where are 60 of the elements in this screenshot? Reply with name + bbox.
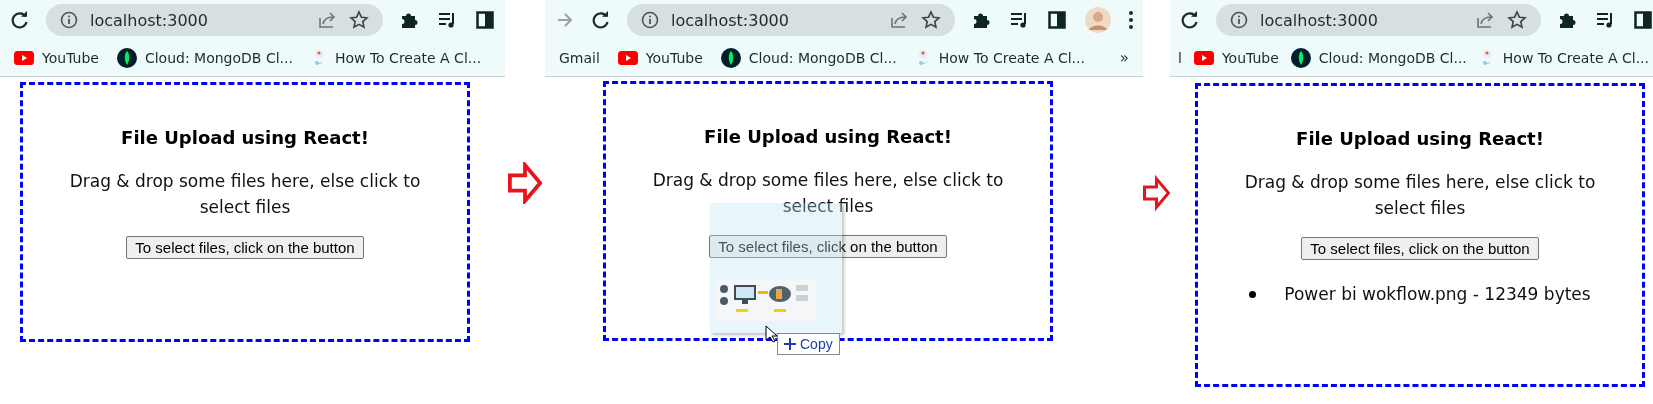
select-files-button[interactable]: To select files, click on the button — [709, 235, 947, 258]
reload-icon[interactable] — [1180, 10, 1200, 30]
instruction-text: Drag & drop some files here, else click to select files — [651, 169, 1005, 218]
playlist-icon[interactable] — [1595, 10, 1615, 30]
side-panel-icon[interactable] — [475, 10, 495, 30]
address-bar[interactable]: localhost:3000 — [627, 4, 955, 36]
instruction-text: Drag & drop some files here, else click to select files — [1243, 171, 1597, 220]
bookmark[interactable]: How To Create A Cl... — [1502, 50, 1649, 66]
select-files-button[interactable]: To select files, click on the button — [126, 236, 364, 259]
bookmark[interactable]: How To Create A Cl... — [334, 50, 482, 66]
drop-zone[interactable]: File Upload using React! Drag & drop some files here, else click to select files To select files, click on the button Power bi wokflow.png - 12349 bytes — [1195, 83, 1645, 387]
youtube-icon — [14, 51, 34, 65]
plus-icon — [784, 338, 796, 350]
bookmark[interactable]: Gmail — [559, 50, 600, 66]
menu-icon[interactable] — [1129, 11, 1133, 29]
heading: File Upload using React! — [704, 126, 952, 147]
info-icon[interactable] — [641, 11, 659, 29]
bookmark[interactable]: YouTube — [42, 50, 99, 66]
youtube-icon — [1193, 51, 1214, 65]
right-arrow-icon — [508, 162, 542, 204]
playlist-icon[interactable] — [437, 10, 457, 30]
leaf-icon — [1290, 48, 1311, 68]
leaf-icon — [720, 48, 741, 68]
bookmark[interactable]: Cloud: MongoDB Cl... — [1318, 50, 1467, 66]
side-panel-icon[interactable] — [1047, 10, 1067, 30]
side-panel-icon[interactable] — [1633, 10, 1653, 30]
info-icon[interactable] — [1230, 11, 1248, 29]
heading: File Upload using React! — [1296, 128, 1544, 149]
star-icon[interactable] — [349, 10, 369, 30]
bullet-icon — [1249, 290, 1257, 298]
star-icon[interactable] — [921, 10, 941, 30]
instruction-text: Drag & drop some files here, else click to select files — [68, 170, 422, 219]
right-arrow-icon — [1143, 172, 1170, 214]
address-bar[interactable]: localhost:3000 — [1216, 4, 1541, 36]
url-text: localhost:3000 — [671, 10, 790, 30]
leaf-icon — [116, 48, 137, 68]
bookmarks-overflow[interactable]: » — [1119, 49, 1129, 67]
select-files-button[interactable]: To select files, click on the button — [1301, 237, 1539, 260]
drop-zone[interactable]: File Upload using React! Drag & drop some files here, else click to select files To select files, click on the button — [20, 82, 470, 342]
share-icon[interactable] — [1475, 10, 1495, 30]
file-entry: Power bi wokflow.png - 12349 bytes — [1284, 284, 1591, 304]
reload-icon[interactable] — [591, 10, 611, 30]
bookmark[interactable]: Cloud: MongoDB Cl... — [144, 50, 293, 66]
bookmark[interactable]: YouTube — [1221, 50, 1279, 66]
address-bar[interactable]: localhost:3000 — [46, 4, 383, 36]
heading: File Upload using React! — [121, 127, 369, 148]
reload-icon[interactable] — [10, 10, 30, 30]
avatar-icon[interactable] — [1085, 7, 1111, 33]
bookmark[interactable]: YouTube — [645, 50, 703, 66]
youtube-icon — [617, 51, 638, 65]
bookmark[interactable]: How To Create A Cl... — [938, 50, 1085, 66]
share-icon[interactable] — [889, 10, 909, 30]
bookmark[interactable]: l — [1178, 50, 1182, 66]
playlist-icon[interactable] — [1009, 10, 1029, 30]
url-text: localhost:3000 — [1260, 10, 1379, 30]
share-icon[interactable] — [317, 10, 337, 30]
url-text: localhost:3000 — [90, 10, 209, 30]
star-icon[interactable] — [1507, 10, 1527, 30]
info-icon[interactable] — [60, 11, 78, 29]
bookmark[interactable]: Cloud: MongoDB Cl... — [748, 50, 897, 66]
